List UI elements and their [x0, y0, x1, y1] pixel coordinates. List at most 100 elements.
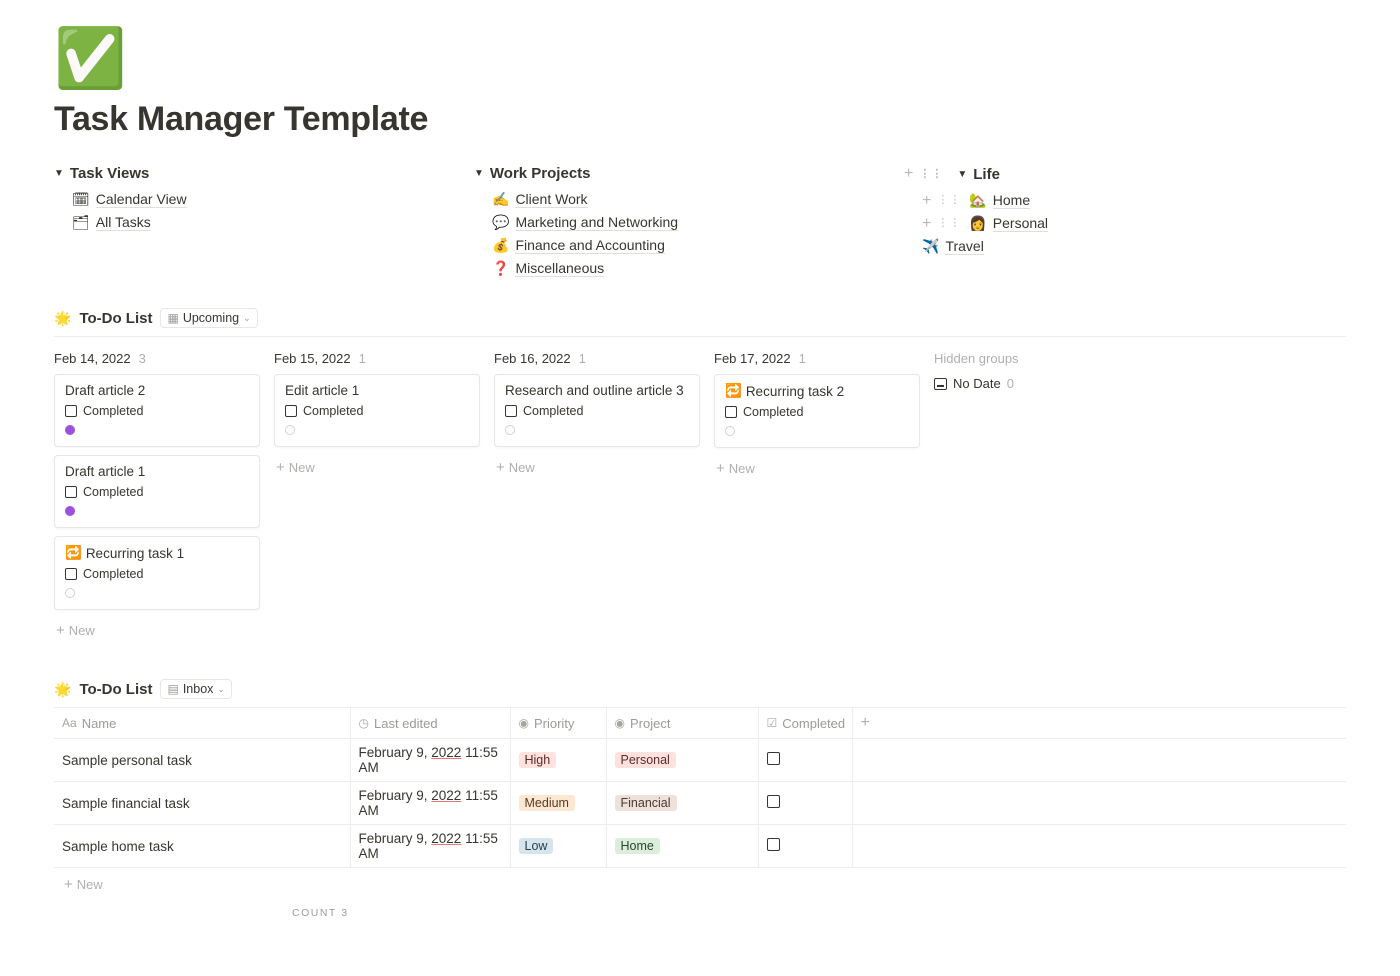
- hidden-groups-label: Hidden groups: [934, 351, 1094, 366]
- checkbox-icon[interactable]: [65, 405, 77, 417]
- nav-item[interactable]: ✍️Client Work: [492, 188, 588, 211]
- cell-priority[interactable]: Medium: [510, 782, 606, 825]
- drag-handle-icon[interactable]: ⋮⋮: [919, 169, 943, 180]
- toggle-task-views[interactable]: ▼ Task Views: [54, 165, 474, 182]
- board-card[interactable]: Research and outline article 3Completed: [494, 374, 700, 447]
- no-date-label: No Date: [953, 376, 1001, 391]
- plus-icon[interactable]: +: [922, 215, 931, 233]
- checkbox-icon[interactable]: [285, 405, 297, 417]
- new-card-button[interactable]: +New: [714, 456, 920, 481]
- board-count: 1: [359, 351, 366, 366]
- nav-item[interactable]: ✈️Travel: [922, 235, 984, 258]
- nav-item[interactable]: 🗂All Tasks: [72, 211, 151, 234]
- recurring-icon: 🔁: [725, 383, 742, 399]
- toggle-life[interactable]: + ⋮⋮ ▼ Life: [904, 165, 1346, 183]
- page-link-icon: 🏡: [969, 192, 986, 209]
- nav-item[interactable]: 💬Marketing and Networking: [492, 211, 678, 234]
- cell-priority[interactable]: Low: [510, 825, 606, 868]
- cell-project[interactable]: Personal: [606, 739, 758, 782]
- board-card[interactable]: 🔁Recurring task 2Completed: [714, 374, 920, 448]
- page-link-label: Calendar View: [96, 191, 187, 208]
- board-card[interactable]: Draft article 2Completed: [54, 374, 260, 447]
- block-hover-controls[interactable]: + ⋮⋮: [904, 165, 943, 183]
- col-header-name[interactable]: AaName: [54, 708, 350, 739]
- cell-project[interactable]: Financial: [606, 782, 758, 825]
- col-header-add[interactable]: +: [852, 708, 1346, 739]
- nav-row: ▼ Task Views 🗓Calendar View🗂All Tasks ▼ …: [54, 165, 1346, 280]
- db-title[interactable]: To-Do List: [79, 310, 152, 327]
- view-switcher-upcoming[interactable]: ▦ Upcoming ⌄: [160, 308, 257, 328]
- new-card-button[interactable]: +New: [54, 618, 260, 643]
- checkbox-icon[interactable]: [65, 568, 77, 580]
- board-card[interactable]: Edit article 1Completed: [274, 374, 480, 447]
- nav-item[interactable]: 🏡Home: [969, 189, 1030, 212]
- text-prop-icon: Aa: [62, 716, 77, 730]
- table-row[interactable]: Sample financial taskFebruary 9, 2022 11…: [54, 782, 1346, 825]
- plus-icon[interactable]: +: [904, 165, 913, 183]
- checkbox-icon[interactable]: [767, 795, 780, 808]
- nav-item[interactable]: 💰Finance and Accounting: [492, 234, 665, 257]
- drag-handle-icon[interactable]: ⋮⋮: [937, 218, 961, 229]
- checkbox-icon[interactable]: [505, 405, 517, 417]
- board-column-header[interactable]: Feb 14, 20223: [54, 351, 260, 366]
- new-label: New: [69, 623, 95, 638]
- col-header-last-edited[interactable]: ◷Last edited: [350, 708, 510, 739]
- cell-priority[interactable]: High: [510, 739, 606, 782]
- status-dot-icon: [285, 425, 295, 435]
- cell-name[interactable]: Sample financial task: [54, 782, 350, 825]
- col-header-completed[interactable]: ☑Completed: [758, 708, 852, 739]
- cell-name[interactable]: Sample home task: [54, 825, 350, 868]
- board-count: 1: [799, 351, 806, 366]
- cell-completed[interactable]: [758, 825, 852, 868]
- block-hover-controls[interactable]: + ⋮⋮: [922, 192, 961, 210]
- nav-col-task-views: ▼ Task Views 🗓Calendar View🗂All Tasks: [54, 165, 474, 280]
- page-icon[interactable]: ✅: [54, 30, 1346, 88]
- board-column-header[interactable]: Feb 16, 20221: [494, 351, 700, 366]
- board-column-header[interactable]: Feb 17, 20221: [714, 351, 920, 366]
- cell-completed[interactable]: [758, 782, 852, 825]
- checkbox-icon[interactable]: [767, 752, 780, 765]
- col-header-priority[interactable]: ◉Priority: [510, 708, 606, 739]
- block-hover-controls[interactable]: + ⋮⋮: [922, 215, 961, 233]
- col-header-project[interactable]: ◉Project: [606, 708, 758, 739]
- new-row-button[interactable]: + New: [62, 872, 105, 897]
- cell-name[interactable]: Sample personal task: [54, 739, 350, 782]
- nav-item[interactable]: 🗓Calendar View: [72, 188, 187, 211]
- table-row[interactable]: Sample personal taskFebruary 9, 2022 11:…: [54, 739, 1346, 782]
- card-completed-row: Completed: [725, 405, 909, 419]
- project-pill: Personal: [615, 752, 676, 768]
- board-date-label: Feb 14, 2022: [54, 351, 131, 366]
- toggle-work-projects[interactable]: ▼ Work Projects: [474, 165, 874, 182]
- chevron-down-icon: ⌄: [243, 313, 251, 324]
- nav-item[interactable]: ❓ Miscellaneous: [492, 257, 604, 280]
- plus-icon[interactable]: +: [922, 192, 931, 210]
- completed-label: Completed: [83, 485, 143, 499]
- nav-col-life: + ⋮⋮ ▼ Life + ⋮⋮ 🏡Home + ⋮⋮ 👩Personal✈️Travel: [874, 165, 1346, 280]
- view-switcher-inbox[interactable]: ▤ Inbox ⌄: [160, 679, 231, 699]
- new-card-button[interactable]: +New: [274, 455, 480, 480]
- select-prop-icon: ◉: [615, 716, 625, 730]
- board-upcoming: Feb 14, 20223 Draft article 2Completed Dra…: [54, 336, 1346, 643]
- card-completed-row: Completed: [65, 485, 249, 499]
- db-title[interactable]: To-Do List: [79, 681, 152, 698]
- caret-down-icon: ▼: [54, 168, 64, 179]
- board-card[interactable]: 🔁Recurring task 1Completed: [54, 536, 260, 610]
- nav-item[interactable]: 👩Personal: [969, 212, 1048, 235]
- plus-icon[interactable]: +: [861, 714, 870, 731]
- new-card-button[interactable]: +New: [494, 455, 700, 480]
- checkbox-icon[interactable]: [767, 838, 780, 851]
- cell-project[interactable]: Home: [606, 825, 758, 868]
- drag-handle-icon[interactable]: ⋮⋮: [937, 195, 961, 206]
- checkbox-icon[interactable]: [725, 406, 737, 418]
- table-row[interactable]: Sample home taskFebruary 9, 2022 11:55 A…: [54, 825, 1346, 868]
- page-link-label: Miscellaneous: [515, 260, 604, 277]
- priority-pill: Medium: [519, 795, 575, 811]
- hidden-group-no-date[interactable]: No Date 0: [934, 376, 1094, 391]
- checkbox-icon[interactable]: [65, 486, 77, 498]
- board-column-header[interactable]: Feb 15, 20221: [274, 351, 480, 366]
- page-link-icon: ❓: [492, 260, 509, 277]
- cell-completed[interactable]: [758, 739, 852, 782]
- db-header-upcoming: 🌟 To-Do List ▦ Upcoming ⌄: [54, 308, 1346, 328]
- page-link-label: Finance and Accounting: [515, 237, 664, 254]
- board-card[interactable]: Draft article 1Completed: [54, 455, 260, 528]
